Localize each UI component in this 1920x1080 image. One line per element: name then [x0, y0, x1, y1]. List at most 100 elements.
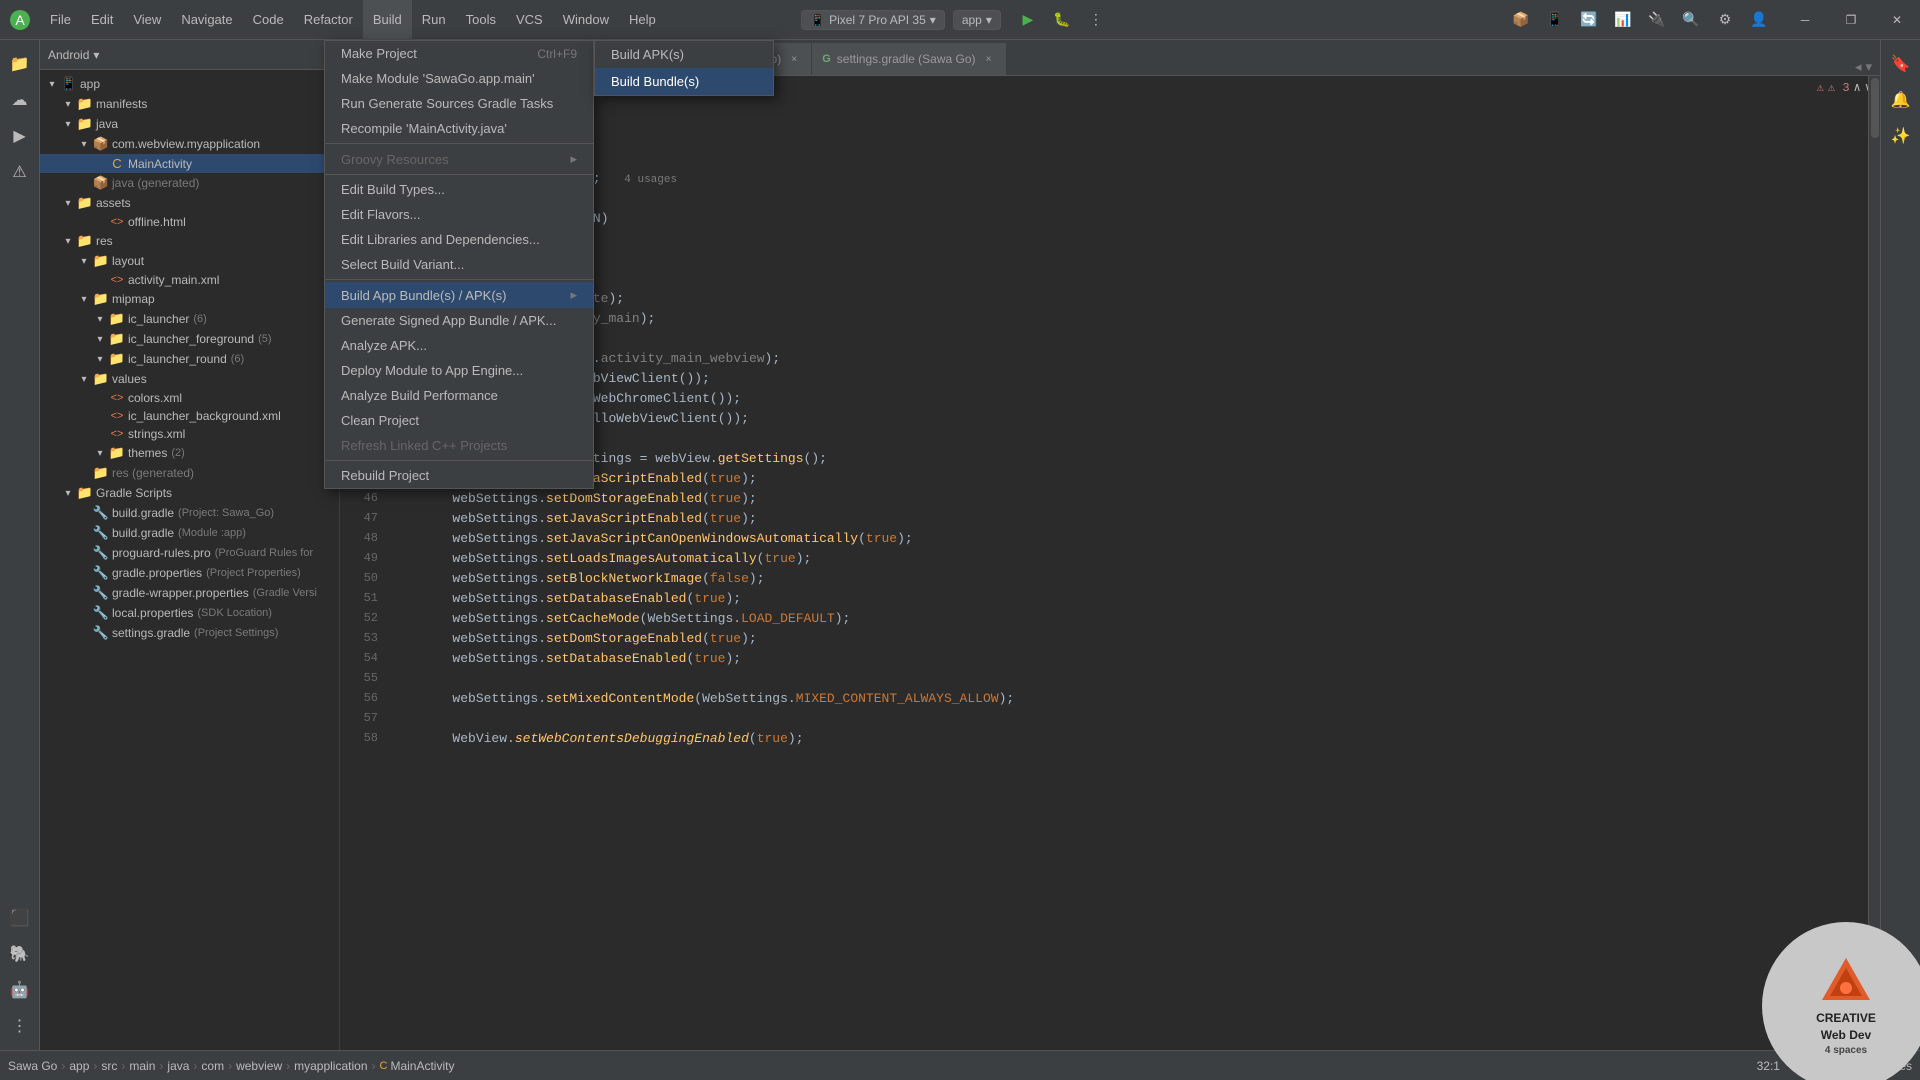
- tree-item-build-gradle-app[interactable]: 🔧 build.gradle (Module :app): [40, 523, 339, 543]
- breadcrumb-webview[interactable]: webview: [236, 1059, 282, 1073]
- run-sidebar-icon[interactable]: ▶: [4, 120, 36, 152]
- menu-recompile[interactable]: Recompile 'MainActivity.java': [325, 116, 593, 141]
- line-col-info[interactable]: 32:1: [1757, 1059, 1780, 1073]
- menu-clean-project[interactable]: Clean Project: [325, 408, 593, 433]
- tree-item-gradle-properties[interactable]: 🔧 gradle.properties (Project Properties): [40, 563, 339, 583]
- submenu-build-bundle[interactable]: Build Bundle(s): [595, 68, 773, 95]
- tree-item-ic-launcher-round[interactable]: ▾ 📁 ic_launcher_round (6): [40, 349, 339, 369]
- scrollbar-thumb[interactable]: [1871, 78, 1879, 138]
- menu-build-bundle-apk[interactable]: Build App Bundle(s) / APK(s) ▸: [325, 282, 593, 308]
- breadcrumb-java[interactable]: java: [167, 1059, 189, 1073]
- breadcrumb-mainactivity[interactable]: C MainActivity: [380, 1059, 455, 1073]
- menu-generate-signed[interactable]: Generate Signed App Bundle / APK...: [325, 308, 593, 333]
- menu-run[interactable]: Run: [412, 0, 456, 40]
- menu-rebuild-project[interactable]: Rebuild Project: [325, 463, 593, 488]
- notifications-icon[interactable]: 🔔: [1885, 84, 1917, 116]
- tree-item-res[interactable]: ▾ 📁 res: [40, 231, 339, 251]
- settings-icon[interactable]: ⚙: [1710, 5, 1740, 35]
- debug-button[interactable]: 🐛: [1047, 5, 1077, 35]
- chevron-left-icon[interactable]: ◂: [1855, 59, 1862, 75]
- more-sidebar-icon[interactable]: ⋮: [4, 1010, 36, 1042]
- menu-window[interactable]: Window: [553, 0, 619, 40]
- tree-item-colors-xml[interactable]: <> colors.xml: [40, 389, 339, 407]
- tree-item-mainactivity[interactable]: C MainActivity: [40, 154, 339, 173]
- tree-item-assets[interactable]: ▾ 📁 assets: [40, 193, 339, 213]
- ai-icon[interactable]: ✨: [1885, 120, 1917, 152]
- menu-edit-libraries[interactable]: Edit Libraries and Dependencies...: [325, 227, 593, 252]
- breadcrumb-project[interactable]: Sawa Go: [8, 1059, 57, 1073]
- tab-settings-gradle[interactable]: G settings.gradle (Sawa Go) ×: [812, 43, 1006, 75]
- close-button[interactable]: ✕: [1874, 0, 1920, 40]
- menu-make-module[interactable]: Make Module 'SawaGo.app.main': [325, 66, 593, 91]
- tree-item-settings-gradle[interactable]: 🔧 settings.gradle (Project Settings): [40, 623, 339, 643]
- menu-vcs[interactable]: VCS: [506, 0, 553, 40]
- submenu-build-apk[interactable]: Build APK(s): [595, 41, 773, 68]
- app-selector[interactable]: app ▾: [953, 10, 1001, 30]
- android-view-selector[interactable]: Android ▾: [48, 48, 99, 62]
- tree-item-java-gen[interactable]: 📦 java (generated): [40, 173, 339, 193]
- tree-item-activity-main-xml[interactable]: <> activity_main.xml: [40, 271, 339, 289]
- project-sidebar-icon[interactable]: 📁: [4, 48, 36, 80]
- breadcrumb-main[interactable]: main: [129, 1059, 155, 1073]
- tree-item-ic-launcher[interactable]: ▾ 📁 ic_launcher (6): [40, 309, 339, 329]
- sdk-manager-icon[interactable]: 📦: [1506, 5, 1536, 35]
- tree-item-com-webview[interactable]: ▾ 📦 com.webview.myapplication: [40, 134, 339, 154]
- tree-item-build-gradle-project[interactable]: 🔧 build.gradle (Project: Sawa_Go): [40, 503, 339, 523]
- menu-make-project[interactable]: Make Project Ctrl+F9: [325, 41, 593, 66]
- device-explorer-icon[interactable]: 🔌: [1642, 5, 1672, 35]
- gradle-sidebar-icon[interactable]: 🐘: [4, 938, 36, 970]
- more-run-options[interactable]: ⋮: [1081, 5, 1111, 35]
- terminal-sidebar-icon[interactable]: ⬛: [4, 902, 36, 934]
- account-icon[interactable]: 👤: [1744, 5, 1774, 35]
- menu-analyze-build-performance[interactable]: Analyze Build Performance: [325, 383, 593, 408]
- menu-code[interactable]: Code: [243, 0, 294, 40]
- tree-item-manifests[interactable]: ▾ 📁 manifests: [40, 94, 339, 114]
- menu-refactor[interactable]: Refactor: [294, 0, 363, 40]
- breadcrumb-com[interactable]: com: [201, 1059, 224, 1073]
- menu-build[interactable]: Build: [363, 0, 412, 40]
- avd-manager-icon[interactable]: 📱: [1540, 5, 1570, 35]
- tree-item-strings-xml[interactable]: <> strings.xml: [40, 425, 339, 443]
- tree-item-ic-launcher-fg[interactable]: ▾ 📁 ic_launcher_foreground (5): [40, 329, 339, 349]
- menu-edit-flavors[interactable]: Edit Flavors...: [325, 202, 593, 227]
- profiler-icon[interactable]: 📊: [1608, 5, 1638, 35]
- tree-item-themes[interactable]: ▾ 📁 themes (2): [40, 443, 339, 463]
- tree-item-gradle-wrapper[interactable]: 🔧 gradle-wrapper.properties (Gradle Vers…: [40, 583, 339, 603]
- menu-view[interactable]: View: [123, 0, 171, 40]
- menu-file[interactable]: File: [40, 0, 81, 40]
- menu-edit-build-types[interactable]: Edit Build Types...: [325, 177, 593, 202]
- tree-item-java[interactable]: ▾ 📁 java: [40, 114, 339, 134]
- tree-item-offline-html[interactable]: <> offline.html: [40, 213, 339, 231]
- tree-item-app[interactable]: ▾ 📱 app: [40, 74, 339, 94]
- tree-item-ic-bg-xml[interactable]: <> ic_launcher_background.xml: [40, 407, 339, 425]
- menu-navigate[interactable]: Navigate: [171, 0, 242, 40]
- tree-item-mipmap[interactable]: ▾ 📁 mipmap: [40, 289, 339, 309]
- tree-item-layout[interactable]: ▾ 📁 layout: [40, 251, 339, 271]
- device-selector[interactable]: 📱 Pixel 7 Pro API 35 ▾: [801, 10, 945, 30]
- scrollbar-vertical[interactable]: [1868, 76, 1880, 1050]
- more-tabs-icon[interactable]: ▾: [1865, 59, 1872, 75]
- error-nav-up[interactable]: ∧: [1854, 80, 1861, 95]
- tree-item-local-properties[interactable]: 🔧 local.properties (SDK Location): [40, 603, 339, 623]
- menu-run-generate[interactable]: Run Generate Sources Gradle Tasks: [325, 91, 593, 116]
- tree-item-res-gen[interactable]: 📁 res (generated): [40, 463, 339, 483]
- breadcrumb-src[interactable]: src: [101, 1059, 117, 1073]
- tree-item-proguard[interactable]: 🔧 proguard-rules.pro (ProGuard Rules for: [40, 543, 339, 563]
- commit-sidebar-icon[interactable]: ☁: [4, 84, 36, 116]
- menu-help[interactable]: Help: [619, 0, 666, 40]
- tree-item-gradle-scripts[interactable]: ▾ 📁 Gradle Scripts: [40, 483, 339, 503]
- tab-close[interactable]: ×: [982, 52, 996, 66]
- tab-close[interactable]: ×: [787, 52, 801, 66]
- maximize-button[interactable]: ❐: [1828, 0, 1874, 40]
- tree-item-values[interactable]: ▾ 📁 values: [40, 369, 339, 389]
- menu-tools[interactable]: Tools: [456, 0, 506, 40]
- minimize-button[interactable]: ─: [1782, 0, 1828, 40]
- breadcrumb-myapplication[interactable]: myapplication: [294, 1059, 367, 1073]
- menu-select-variant[interactable]: Select Build Variant...: [325, 252, 593, 277]
- sync-icon[interactable]: 🔄: [1574, 5, 1604, 35]
- breadcrumb-app[interactable]: app: [69, 1059, 89, 1073]
- menu-edit[interactable]: Edit: [81, 0, 123, 40]
- problems-sidebar-icon[interactable]: ⚠: [4, 156, 36, 188]
- bookmarks-icon[interactable]: 🔖: [1885, 48, 1917, 80]
- menu-deploy-module[interactable]: Deploy Module to App Engine...: [325, 358, 593, 383]
